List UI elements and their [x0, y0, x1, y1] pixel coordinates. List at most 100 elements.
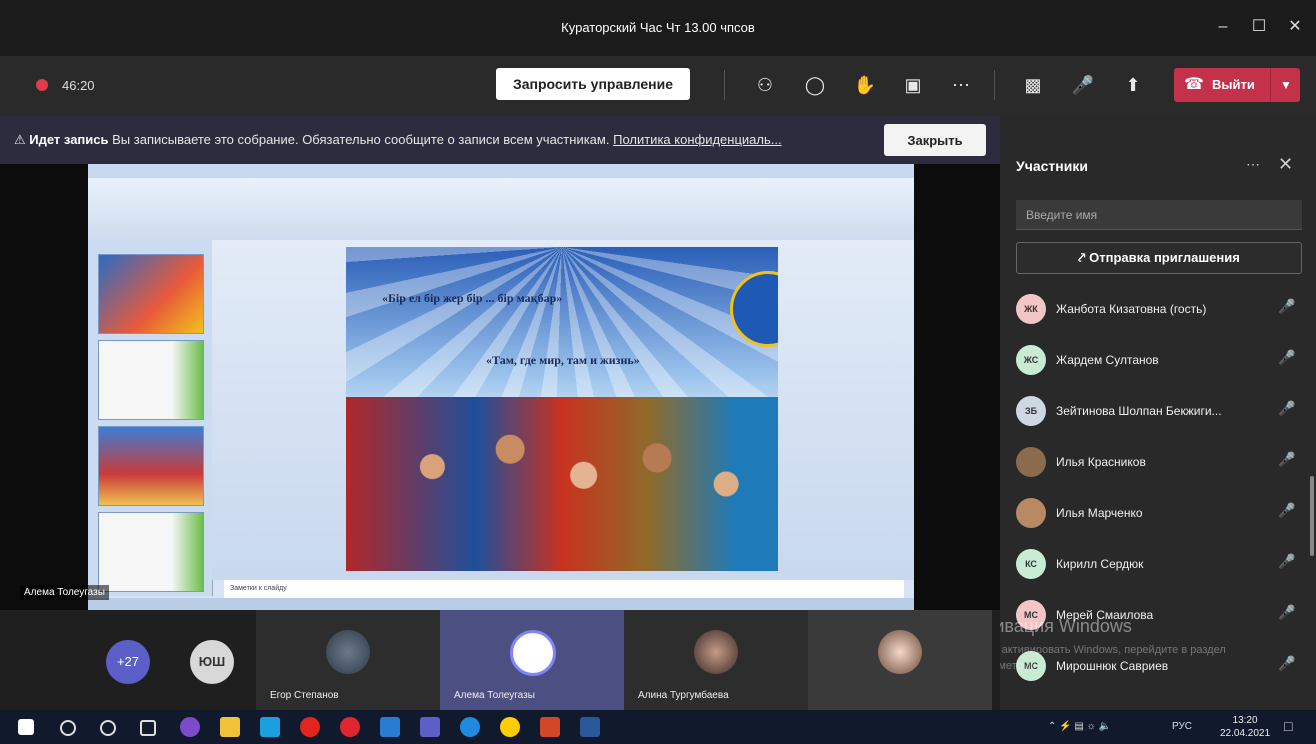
windows-taskbar: ⌃ ⚡ ▤ ☼ 🔈 РУС 13:20 22.04.2021 □	[0, 710, 1316, 744]
powerpoint-icon[interactable]	[540, 717, 560, 737]
search-icon[interactable]	[60, 720, 76, 736]
file-explorer-icon[interactable]	[220, 717, 240, 737]
participant-row[interactable]: Илья Красников 🎤	[1016, 443, 1306, 483]
avatar	[1016, 498, 1046, 528]
yandex-browser-icon[interactable]	[500, 717, 520, 737]
participant-name: Кирилл Сердюк	[1056, 557, 1144, 571]
participant-search-input[interactable]	[1016, 200, 1302, 230]
phone-icon: ☎	[1184, 76, 1204, 93]
participant-row[interactable]: Илья Марченко 🎤	[1016, 494, 1306, 534]
notifications-icon[interactable]: □	[1284, 718, 1292, 734]
participant-name: Илья Марченко	[1056, 506, 1143, 520]
clock-time: 13:20	[1232, 715, 1258, 726]
chat-icon[interactable]: ◯	[800, 70, 830, 100]
maximize-button[interactable]: ☐	[1244, 14, 1274, 40]
invite-label: Отправка приглашения	[1089, 250, 1240, 265]
leave-label: Выйти	[1212, 77, 1255, 92]
windows-activation-text: Чтобы активировать Windows, перейдите в …	[966, 644, 1226, 672]
banner-text: ⚠ Идет запись Вы записываете это собрани…	[14, 132, 782, 148]
participants-icon[interactable]: ⚇	[750, 70, 780, 100]
avatar: ЖК	[1016, 294, 1046, 324]
slide-heading-1: «Бір ел бір жер бір ... бір мақбар»	[382, 291, 563, 305]
slide-thumbnail[interactable]	[98, 254, 204, 334]
mic-off-icon[interactable]: 🎤	[1068, 70, 1098, 100]
meeting-timer: 46:20	[62, 78, 95, 93]
participant-row[interactable]: ЖК Жанбота Кизатовна (гость) 🎤	[1016, 290, 1306, 330]
mic-off-icon: 🎤	[1278, 553, 1296, 569]
video-tile[interactable]	[808, 610, 992, 710]
warning-icon: ⚠	[14, 132, 26, 147]
avatar	[510, 630, 556, 676]
participant-name: Жардем Султанов	[1056, 353, 1159, 367]
start-icon[interactable]	[18, 719, 34, 735]
clock-date: 22.04.2021	[1220, 728, 1271, 739]
participant-avatar-ush[interactable]: ЮШ	[190, 640, 234, 684]
privacy-link[interactable]: Политика конфиденциаль...	[613, 132, 782, 147]
share-screen-icon[interactable]: ⬆	[1118, 70, 1148, 100]
cortana-icon[interactable]	[100, 720, 116, 736]
mic-off-icon: 🎤	[1278, 349, 1296, 365]
close-window-button[interactable]: ✕	[1280, 14, 1310, 40]
slide-thumbnail[interactable]	[98, 340, 204, 420]
video-tile[interactable]: Егор Степанов	[256, 610, 440, 710]
camera-off-icon[interactable]: ▩	[1018, 70, 1048, 100]
avatar: ЗБ	[1016, 396, 1046, 426]
video-tile[interactable]: Алина Тургумбаева	[624, 610, 808, 710]
rooms-icon[interactable]: ▣	[898, 70, 928, 100]
word-icon[interactable]	[580, 717, 600, 737]
edge-icon[interactable]	[460, 717, 480, 737]
toolbar-divider	[994, 70, 995, 100]
recording-banner: ⚠ Идет запись Вы записываете это собрани…	[0, 116, 1000, 164]
skype-icon[interactable]	[260, 717, 280, 737]
mic-off-icon: 🎤	[1278, 502, 1296, 518]
participant-name: Жанбота Кизатовна (гость)	[1056, 302, 1207, 316]
participant-row[interactable]: КС Кирилл Сердюк 🎤	[1016, 545, 1306, 585]
panel-scrollbar[interactable]	[1310, 476, 1314, 556]
leave-button[interactable]: ☎ Выйти ▼	[1174, 68, 1300, 102]
avatar	[1016, 447, 1046, 477]
share-icon: ⤤	[1078, 250, 1090, 265]
banner-close-button[interactable]: Закрыть	[884, 124, 986, 156]
recording-indicator-icon	[36, 79, 48, 91]
panel-more-icon[interactable]: ⋯	[1246, 156, 1260, 173]
send-invite-button[interactable]: ⤤ Отправка приглашения	[1016, 242, 1302, 274]
window-title: Кураторский Час Чт 13.00 чпсов	[561, 20, 755, 35]
participant-name: Зейтинова Шолпан Бекжиги...	[1056, 404, 1222, 418]
slide-thumbnail[interactable]	[98, 512, 204, 592]
title-bar: Кураторский Час Чт 13.00 чпсов – ☐ ✕	[0, 0, 1316, 56]
video-tile-active[interactable]: Алема Толеугазы	[440, 610, 624, 710]
app-icon[interactable]	[180, 717, 200, 737]
more-actions-icon[interactable]: ⋯	[946, 70, 976, 100]
slide-thumbnail[interactable]	[98, 426, 204, 506]
opera-icon[interactable]	[340, 717, 360, 737]
yandex-icon[interactable]	[300, 717, 320, 737]
mail-icon[interactable]	[380, 717, 400, 737]
teams-icon[interactable]	[420, 717, 440, 737]
minimize-button[interactable]: –	[1208, 14, 1238, 40]
language-indicator[interactable]: РУС	[1172, 721, 1192, 732]
avatar	[326, 630, 370, 674]
participant-row[interactable]: ЗБ Зейтинова Шолпан Бекжиги... 🎤	[1016, 392, 1306, 432]
reactions-icon[interactable]: ✋	[850, 70, 880, 100]
current-slide: «Бір ел бір жер бір ... бір мақбар» «Там…	[346, 247, 778, 571]
tile-name: Егор Степанов	[270, 690, 339, 701]
shared-powerpoint-window: «Бір ел бір жер бір ... бір мақбар» «Там…	[88, 164, 914, 610]
slide-thumbnails-pane	[88, 240, 213, 596]
tile-name: Алема Толеугазы	[454, 690, 535, 701]
panel-close-icon[interactable]: ✕	[1278, 154, 1293, 175]
tray-icons[interactable]: ⌃ ⚡ ▤ ☼ 🔈	[1048, 721, 1111, 732]
avatar	[878, 630, 922, 674]
participant-name: Илья Красников	[1056, 455, 1146, 469]
toolbar-divider	[724, 70, 725, 100]
chevron-down-icon[interactable]: ▼	[1270, 68, 1301, 102]
taskbar-clock[interactable]: 13:20 22.04.2021	[1220, 714, 1270, 740]
slide-notes[interactable]: Заметки к слайду	[224, 580, 904, 598]
avatar: КС	[1016, 549, 1046, 579]
request-control-button[interactable]: Запросить управление	[496, 68, 690, 100]
panel-title: Участники	[1016, 158, 1088, 174]
mic-off-icon: 🎤	[1278, 400, 1296, 416]
more-participants-badge[interactable]: +27	[106, 640, 150, 684]
task-view-icon[interactable]	[140, 720, 156, 736]
participant-row[interactable]: ЖС Жардем Султанов 🎤	[1016, 341, 1306, 381]
powerpoint-titlebar	[88, 164, 914, 178]
